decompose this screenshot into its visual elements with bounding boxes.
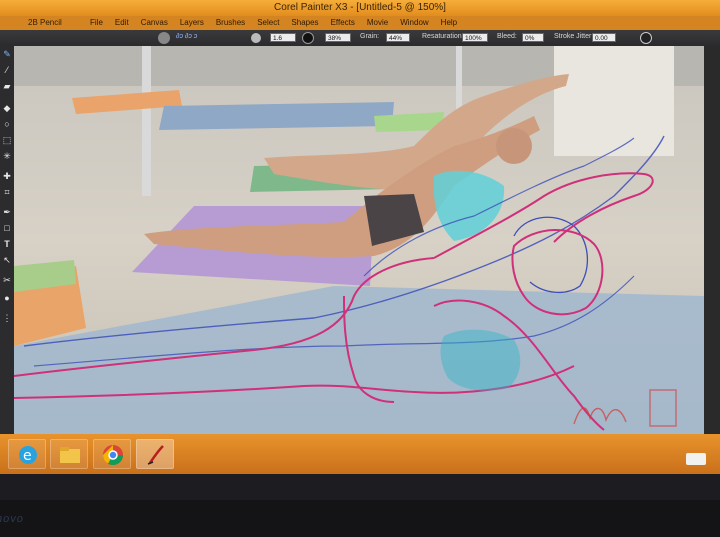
stroke-jitter-field[interactable]: 0.00 — [592, 33, 616, 42]
bleed-field[interactable]: 0% — [522, 33, 544, 42]
menu-file[interactable]: File — [88, 16, 105, 30]
opacity-icon — [302, 32, 314, 44]
window-title: Corel Painter X3 - [Untitled-5 @ 150%] — [274, 2, 446, 13]
menu-shapes[interactable]: Shapes — [289, 16, 320, 30]
menu-movie[interactable]: Movie — [365, 16, 390, 30]
eraser-tool-icon[interactable]: ▰ — [1, 80, 13, 92]
touch-keyboard-icon[interactable] — [686, 453, 706, 465]
taskbar-explorer[interactable] — [50, 439, 88, 469]
taskbar-chrome[interactable] — [93, 439, 131, 469]
windows-taskbar: e — [0, 434, 720, 474]
photo-figure-head — [496, 128, 532, 164]
current-brush-name: 2B Pencil — [28, 18, 62, 27]
right-panel-edge — [704, 46, 720, 434]
internet-explorer-icon: e — [19, 446, 37, 464]
menu-bar: 2B Pencil File Edit Canvas Layers Brushe… — [0, 16, 720, 30]
menu-brushes[interactable]: Brushes — [214, 16, 247, 30]
menu-edit[interactable]: Edit — [113, 16, 131, 30]
taskbar-painter[interactable] — [136, 439, 174, 469]
title-bar: Corel Painter X3 - [Untitled-5 @ 150%] — [0, 0, 720, 16]
grain-field[interactable]: 44% — [386, 33, 410, 42]
mirror-tool-icon[interactable]: ✂ — [1, 274, 13, 286]
magnifier-tool-icon[interactable]: ⋮ — [1, 312, 13, 324]
dab-type-icons[interactable]: ∂ɔ ∂ɔ ɔ — [176, 33, 197, 40]
rectangle-shape-tool-icon[interactable]: □ — [1, 222, 13, 234]
pen-tool-icon[interactable]: ✒ — [1, 206, 13, 218]
resaturation-label: Resaturation: — [422, 33, 464, 40]
file-explorer-icon — [60, 447, 80, 463]
grabber-tool-icon[interactable]: ● — [1, 292, 13, 304]
lasso-tool-icon[interactable]: ○ — [1, 118, 13, 130]
property-bar: ∂ɔ ∂ɔ ɔ 1.6 38% Grain: 44% Resaturation:… — [0, 30, 720, 47]
stroke-jitter-label: Stroke Jitter: — [554, 33, 594, 40]
bleed-label: Bleed: — [497, 33, 517, 40]
magic-wand-tool-icon[interactable]: ✳ — [1, 150, 13, 162]
svg-text:e: e — [23, 448, 32, 464]
brush-tool-icon[interactable]: ✎ — [1, 48, 13, 60]
menu-window[interactable]: Window — [398, 16, 430, 30]
menu-canvas[interactable]: Canvas — [139, 16, 170, 30]
menu-layers[interactable]: Layers — [178, 16, 206, 30]
menu-help[interactable]: Help — [439, 16, 459, 30]
canvas-artwork — [14, 46, 716, 434]
window-right — [554, 46, 674, 156]
bezel-brand-logo: novo — [0, 513, 25, 525]
paint-bucket-tool-icon[interactable]: ◆ — [1, 102, 13, 114]
corel-painter-icon — [147, 445, 164, 465]
dropper-tool-icon[interactable]: ⁄ — [1, 64, 13, 76]
size-icon — [250, 32, 262, 44]
brush-ghost-icon[interactable] — [640, 32, 652, 44]
cyan-top-fill — [440, 329, 521, 391]
monitor-screen: Corel Painter X3 - [Untitled-5 @ 150%] 2… — [0, 0, 720, 500]
toolbox: ✎ ⁄ ▰ ◆ ○ ⬚ ✳ ✚ ⌗ ✒ □ T ↖ ✂ ● ⋮ — [0, 46, 15, 434]
shape-select-tool-icon[interactable]: ↖ — [1, 254, 13, 266]
brush-selector-icon[interactable] — [158, 32, 170, 44]
menu-select[interactable]: Select — [255, 16, 281, 30]
size-field[interactable]: 1.6 — [270, 33, 296, 42]
rectangle-select-tool-icon[interactable]: ⬚ — [1, 134, 13, 146]
mat-blue-top — [159, 102, 394, 130]
pole-mid — [456, 46, 462, 116]
taskbar-ie[interactable]: e — [8, 439, 46, 469]
grain-label: Grain: — [360, 33, 380, 40]
opacity-field[interactable]: 38% — [325, 33, 351, 42]
text-tool-icon[interactable]: T — [1, 238, 13, 250]
chrome-icon — [103, 445, 123, 465]
resaturation-field[interactable]: 100% — [462, 33, 488, 42]
drawing-canvas[interactable] — [14, 46, 716, 434]
menu-effects[interactable]: Effects — [329, 16, 357, 30]
crop-tool-icon[interactable]: ⌗ — [1, 186, 13, 198]
pole-left — [142, 46, 151, 196]
transform-tool-icon[interactable]: ✚ — [1, 170, 13, 182]
